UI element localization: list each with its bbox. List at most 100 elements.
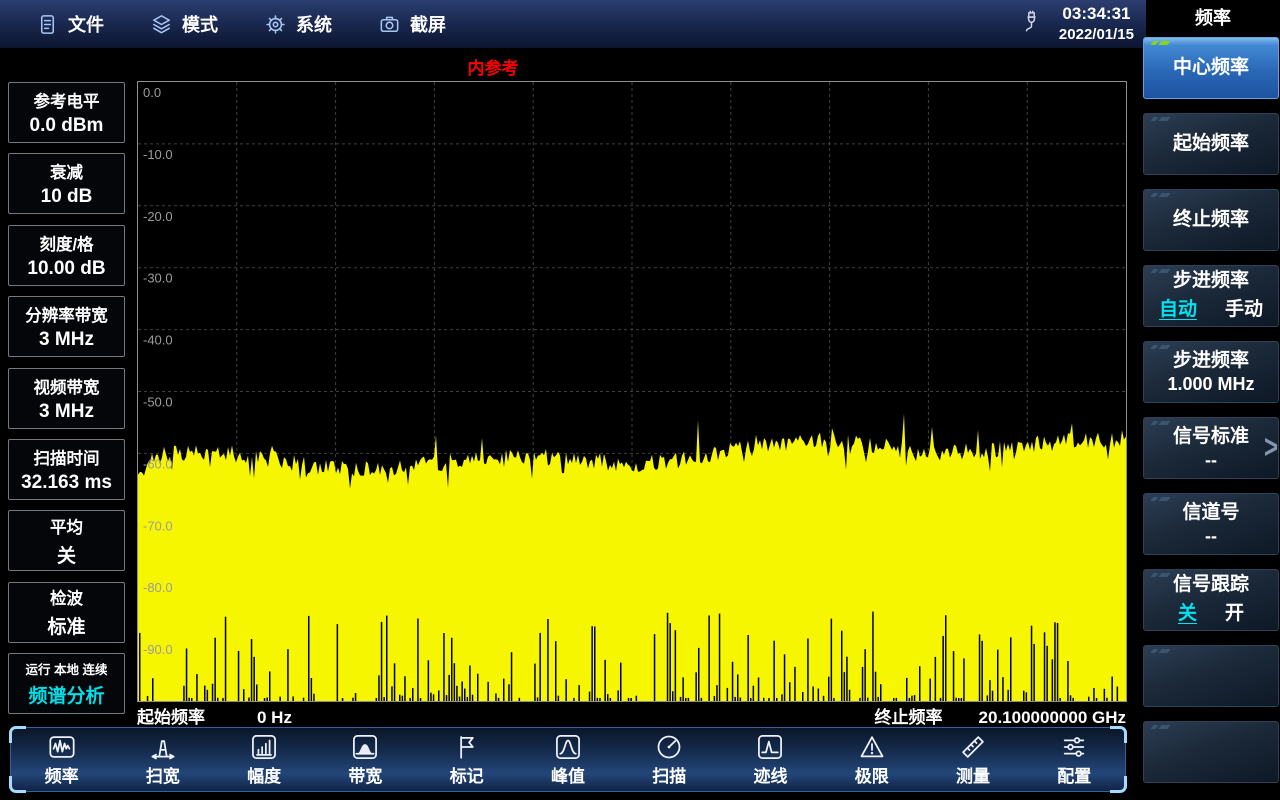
sweep-icon [655, 733, 683, 761]
softkey-label: 起始频率 [1173, 134, 1249, 154]
toolbar-label: 频率 [45, 762, 79, 787]
toolbar-amplitude[interactable]: 幅度 [218, 733, 310, 787]
frequency-range-row: 起始频率0 Hz 终止频率20.100000000 GHz [137, 703, 1126, 727]
limit-icon [858, 733, 886, 761]
param-label: 平均 [50, 514, 83, 538]
softkey-label: 信道号 [1182, 503, 1239, 523]
toolbar-span[interactable]: 扫宽 [117, 733, 209, 787]
toolbar-frequency[interactable]: 频率 [16, 733, 108, 787]
softkey-label: 信号跟踪 [1173, 575, 1249, 595]
param-label: 参考电平 [34, 88, 100, 112]
softkey-toggle: 关开 [1178, 598, 1244, 625]
param-label: 扫描时间 [34, 445, 100, 469]
softkey-label: 信号标准 [1173, 427, 1249, 447]
y-axis-tick-label: -40.0 [143, 333, 173, 348]
param-value: 0.0 dBm [30, 115, 104, 137]
toolbar-bandwidth[interactable]: 带宽 [319, 733, 411, 787]
param-label: 检波 [50, 585, 83, 609]
toolbar-measure[interactable]: 测量 [927, 733, 1019, 787]
softkey-value: -- [1205, 527, 1217, 546]
toolbar-label: 配置 [1057, 762, 1091, 787]
file-icon [36, 13, 59, 36]
toolbar-label: 带宽 [348, 762, 382, 787]
softkey-value: -- [1205, 451, 1217, 470]
corner-mark-icon [1158, 41, 1170, 45]
toggle-option[interactable]: 开 [1225, 598, 1244, 625]
toggle-option[interactable]: 自动 [1159, 294, 1197, 321]
param-label: 分辨率带宽 [25, 302, 108, 326]
menu-mode[interactable]: 模式 [150, 11, 218, 37]
start-frequency-label: 起始频率 [137, 708, 205, 727]
param-vbw: 视频带宽 3 MHz [8, 368, 125, 429]
corner-mark-icon [1158, 573, 1170, 577]
top-menu-bar: 文件 模式 系统 截屏 03:34:31 2022/01/15 [0, 0, 1146, 48]
menu-system[interactable]: 系统 [264, 11, 332, 37]
softkey-signal-standard[interactable]: 信号标准 -- > [1143, 417, 1279, 479]
toolbar-label: 标记 [450, 762, 484, 787]
y-axis-tick-label: -10.0 [143, 147, 173, 162]
toggle-option[interactable]: 手动 [1225, 294, 1263, 321]
config-icon [1060, 733, 1088, 761]
toolbar-label: 扫描 [652, 762, 686, 787]
toolbar-config[interactable]: 配置 [1028, 733, 1120, 787]
toolbar-trace[interactable]: 迹线 [724, 733, 816, 787]
param-ref-level: 参考电平 0.0 dBm [8, 82, 125, 143]
corner-mark-icon [1158, 269, 1170, 273]
param-value: 3 MHz [39, 401, 94, 423]
corner-mark-icon [1158, 421, 1170, 425]
softkey-start-frequency[interactable]: 起始频率 [1143, 113, 1279, 175]
softkey-stop-frequency[interactable]: 终止频率 [1143, 189, 1279, 251]
topbar-status-area: 03:34:31 2022/01/15 [1020, 3, 1146, 45]
toolbar-marker[interactable]: 标记 [421, 733, 513, 787]
menu-label: 文件 [68, 11, 104, 37]
menu-label: 系统 [296, 11, 332, 37]
softkey-channel-number[interactable]: 信道号 -- [1143, 493, 1279, 555]
softkey-empty-1[interactable] [1143, 645, 1279, 707]
toolbar-corner-accent [1110, 776, 1127, 793]
softkey-empty-2[interactable] [1143, 721, 1279, 783]
submenu-arrow-icon: > [1264, 428, 1278, 467]
param-label: 刻度/格 [39, 231, 93, 255]
softkey-toggle: 自动 手动 [1159, 294, 1263, 321]
trace-icon [756, 733, 784, 761]
menu-label: 模式 [182, 11, 218, 37]
mode-status: 频谱分析 [28, 681, 104, 708]
param-scale-per-div: 刻度/格 10.00 dB [8, 225, 125, 286]
toolbar-label: 迹线 [753, 762, 787, 787]
time-display: 03:34:31 [1059, 3, 1134, 25]
toolbar-limit[interactable]: 极限 [826, 733, 918, 787]
internal-reference-label: 内参考 [428, 54, 558, 79]
toolbar-sweep[interactable]: 扫描 [623, 733, 715, 787]
toolbar-label: 峰值 [551, 762, 585, 787]
amplitude-icon [250, 733, 278, 761]
menu-label: 截屏 [410, 11, 446, 37]
y-axis-tick-label: -70.0 [143, 518, 173, 533]
corner-mark-icon [1158, 649, 1170, 653]
stop-frequency-label: 终止频率 [875, 708, 943, 727]
softkey-value: 1.000 MHz [1167, 375, 1254, 394]
y-axis-tick-label: -60.0 [143, 456, 173, 471]
softkey-step-frequency-value[interactable]: 步进频率1.000 MHz [1143, 341, 1279, 403]
top-menus: 文件 模式 系统 截屏 [0, 11, 1020, 37]
status-box: 运行 本地 连续 频谱分析 [8, 653, 125, 714]
menu-file[interactable]: 文件 [36, 11, 104, 37]
toggle-option[interactable]: 关 [1178, 598, 1197, 625]
start-frequency: 起始频率0 Hz [137, 703, 292, 728]
toolbar-corner-accent [9, 776, 26, 793]
param-detector: 检波 标准 [8, 582, 125, 643]
toolbar-corner-accent [9, 726, 26, 743]
y-axis-tick-label: -20.0 [143, 209, 173, 224]
softkey-signal-tracking[interactable]: 信号跟踪关开 [1143, 569, 1279, 631]
marker-icon [453, 733, 481, 761]
softkey-center-frequency[interactable]: 中心频率 [1143, 37, 1279, 99]
corner-mark-icon [1158, 345, 1170, 349]
toolbar-label: 幅度 [247, 762, 281, 787]
softkey-step-frequency-mode[interactable]: 步进频率自动 手动 [1143, 265, 1279, 327]
softkey-label: 步进频率 [1173, 271, 1249, 291]
toolbar-label: 极限 [855, 762, 889, 787]
menu-screenshot[interactable]: 截屏 [378, 11, 446, 37]
param-rbw: 分辨率带宽 3 MHz [8, 296, 125, 357]
toolbar-peak[interactable]: 峰值 [522, 733, 614, 787]
spectrum-plot: 0.0-10.0-20.0-30.0-40.0-50.0-60.0-70.0-8… [137, 81, 1127, 702]
y-axis-tick-label: -30.0 [143, 271, 173, 286]
